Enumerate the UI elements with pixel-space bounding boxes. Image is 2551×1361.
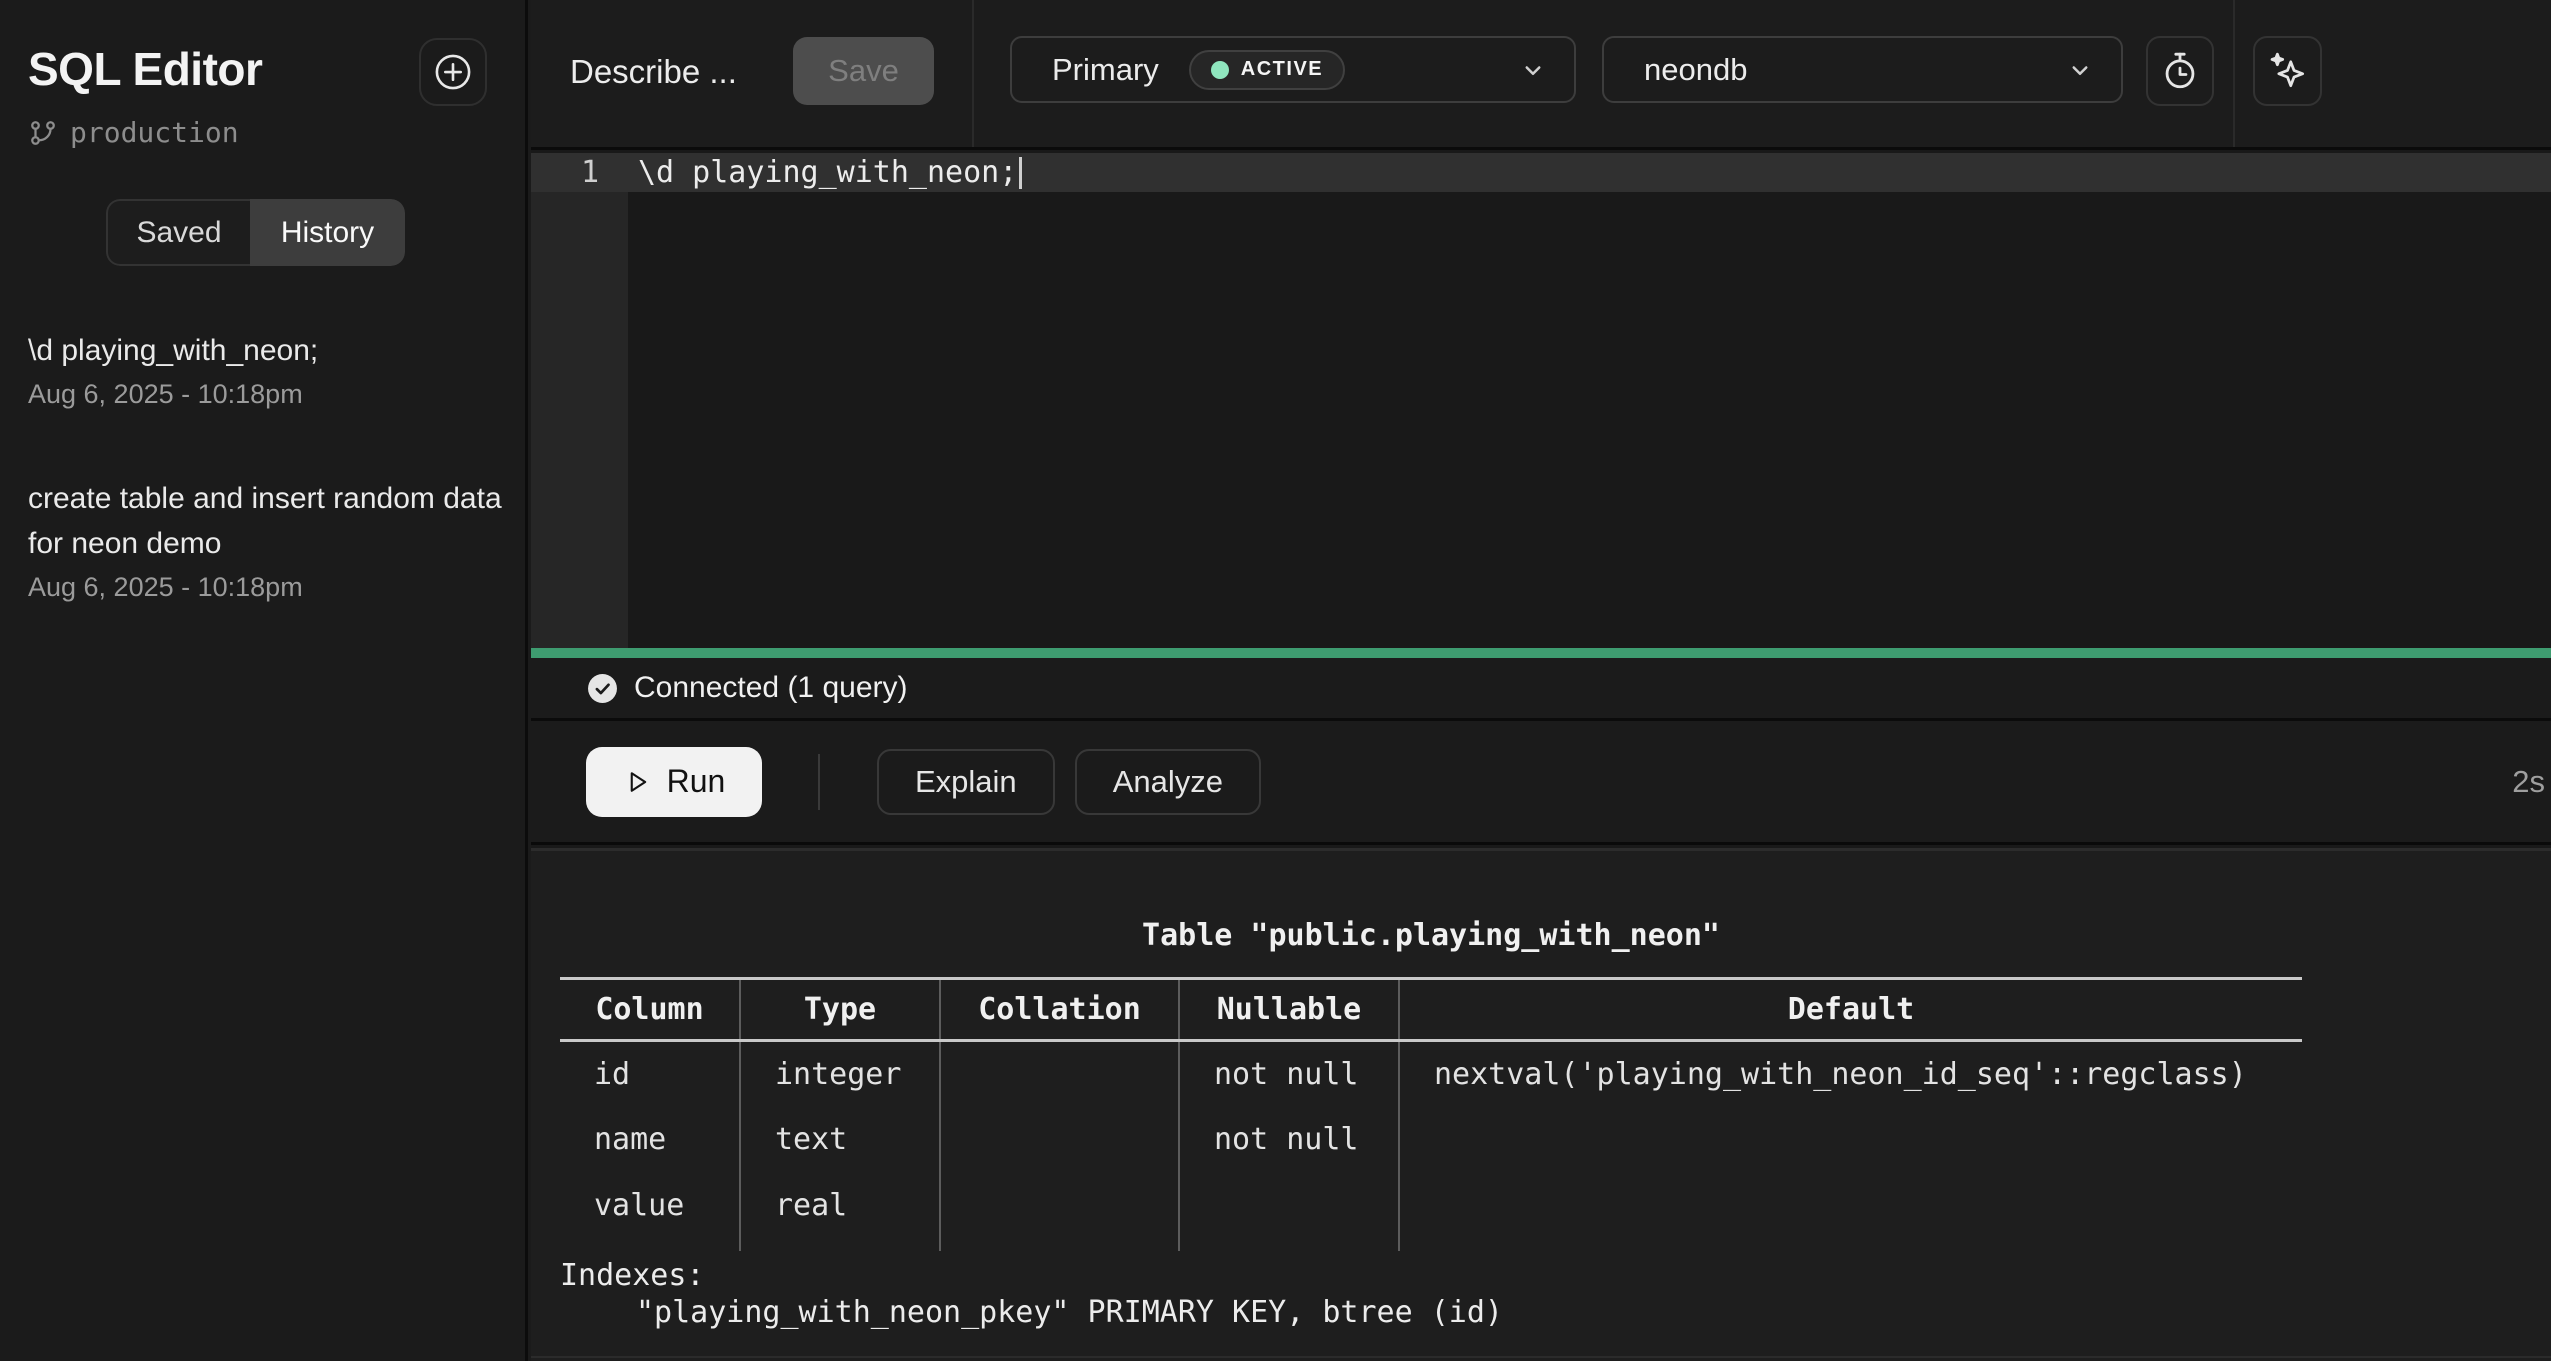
connection-status-text: Connected (1 query) [634,671,908,705]
history-list: \d playing_with_neon; Aug 6, 2025 - 10:1… [28,328,510,669]
history-item[interactable]: create table and insert random data for … [28,476,510,606]
cell: text [740,1107,940,1173]
saved-history-toggle: Saved History [106,199,405,266]
cell: value [560,1173,740,1239]
toolbar-divider [2233,0,2235,147]
query-results-panel: Table "public.playing_with_neon" Column … [531,848,2551,1361]
stopwatch-icon [2159,50,2201,92]
ai-assistant-button[interactable] [2253,36,2322,106]
column-header: Type [740,979,940,1041]
branch-selector-value: Primary [1052,52,1159,88]
query-title: Describe ... [570,53,737,91]
branch-indicator: production [28,116,239,149]
cell [940,1041,1179,1107]
run-button-label: Run [667,763,726,800]
index-definition: "playing_with_neon_pkey" PRIMARY KEY, bt… [560,1294,2302,1331]
cell: real [740,1173,940,1239]
connection-status-bar: Connected (1 query) [531,658,2551,721]
results-bottom-border [531,1356,2551,1358]
cell: not null [1179,1041,1399,1107]
table-row-spacer [560,1239,2302,1251]
run-button[interactable]: Run [586,747,762,817]
tab-history[interactable]: History [250,199,405,266]
explain-button[interactable]: Explain [877,749,1055,815]
query-timer-button[interactable] [2146,36,2214,106]
git-branch-icon [28,118,58,148]
table-row: id integer not null nextval('playing_wit… [560,1041,2302,1107]
line-number: 1 [531,155,628,190]
actions-divider [818,754,820,810]
database-selector[interactable]: neondb [1602,36,2123,103]
cell: name [560,1107,740,1173]
active-status-badge: ACTIVE [1189,50,1345,90]
code-editor[interactable]: 1 \d playing_with_neon; [531,153,2551,648]
table-row: name text not null [560,1107,2302,1173]
connection-accent-bar [531,648,2551,658]
history-item-title: \d playing_with_neon; [28,328,510,373]
column-header: Collation [940,979,1179,1041]
toolbar-divider [972,0,974,147]
code-line: \d playing_with_neon; [628,155,1017,190]
column-header: Default [1399,979,2302,1041]
save-button[interactable]: Save [793,37,934,105]
sparkles-icon [2266,49,2310,93]
chevron-down-icon [1518,55,1548,85]
analyze-button[interactable]: Analyze [1075,749,1261,815]
editor-toolbar: Describe ... Save Primary ACTIVE neondb [531,0,2551,150]
indexes-label: Indexes: [560,1257,2302,1294]
cell: integer [740,1041,940,1107]
plus-circle-icon [432,51,474,93]
page-title: SQL Editor [28,42,262,96]
history-item-timestamp: Aug 6, 2025 - 10:18pm [28,568,510,606]
tab-saved[interactable]: Saved [106,199,250,266]
active-dot-icon [1211,61,1229,79]
sql-editor-app: SQL Editor production [0,0,2551,1361]
cell [940,1173,1179,1239]
column-header: Nullable [1179,979,1399,1041]
branch-selector[interactable]: Primary ACTIVE [1010,36,1576,103]
new-query-button[interactable] [419,38,487,106]
active-badge-label: ACTIVE [1241,58,1323,81]
cell [1399,1173,2302,1239]
database-selector-value: neondb [1644,52,1747,88]
main-panel: Describe ... Save Primary ACTIVE neondb [531,0,2551,1361]
result-header-row: Column Type Collation Nullable Default [560,979,2302,1041]
cell: not null [1179,1107,1399,1173]
history-item-title: create table and insert random data for … [28,476,510,566]
cell: id [560,1041,740,1107]
check-circle-icon [587,673,618,704]
text-cursor [1019,157,1022,189]
cell [1399,1107,2302,1173]
play-icon [623,768,651,796]
chevron-down-icon [2065,55,2095,85]
branch-name: production [70,116,239,149]
result-table: Column Type Collation Nullable Default i… [560,977,2302,1251]
history-item-timestamp: Aug 6, 2025 - 10:18pm [28,375,510,413]
cell [1179,1173,1399,1239]
cell [940,1107,1179,1173]
result-table-title: Table "public.playing_with_neon" [560,913,2302,959]
column-header: Column [560,979,740,1041]
sidebar: SQL Editor production [0,0,528,1361]
query-duration: 2s [2512,764,2545,800]
table-row: value real [560,1173,2302,1239]
editor-gutter [531,153,628,648]
indexes-block: Indexes: "playing_with_neon_pkey" PRIMAR… [560,1257,2302,1331]
editor-active-line: 1 \d playing_with_neon; [531,153,2551,192]
query-actions-bar: Run Explain Analyze 2s [531,721,2551,845]
cell: nextval('playing_with_neon_id_seq'::regc… [1399,1041,2302,1107]
history-item[interactable]: \d playing_with_neon; Aug 6, 2025 - 10:1… [28,328,510,413]
